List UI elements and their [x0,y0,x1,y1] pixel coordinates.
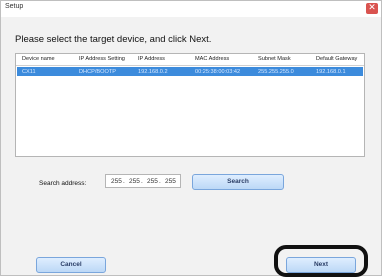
window-title: Setup [5,3,24,10]
cell-subnet-mask: 255.255.255.0 [258,68,294,75]
close-icon[interactable]: ✕ [366,3,378,14]
octet-1[interactable]: 255 [111,178,122,185]
device-table: Device name IP Address Setting IP Addres… [15,53,365,157]
table-row[interactable]: CX11 DHCP/BOOTP 192.168.0.2 00:25:38:00:… [17,67,363,76]
octet-3[interactable]: 255 [147,178,158,185]
cell-default-gateway: 192.168.0.1 [316,68,346,75]
instruction-text: Please select the target device, and cli… [15,34,212,45]
setup-dialog: Setup ✕ Please select the target device,… [0,0,382,277]
octet-2[interactable]: 255 [129,178,140,185]
column-header-ip-setting[interactable]: IP Address Setting [79,56,125,62]
search-button[interactable]: Search [192,174,284,190]
column-header-device-name[interactable]: Device name [22,56,55,62]
cell-device-name: CX11 [22,68,36,75]
cancel-button[interactable]: Cancel [36,257,106,273]
search-address-label: Search address: [39,180,87,187]
octet-4[interactable]: 255 [165,178,176,185]
next-button-highlight [274,245,368,277]
search-address-input[interactable]: 255 . 255 . 255 . 255 [105,174,181,188]
column-header-subnet-mask[interactable]: Subnet Mask [258,56,291,62]
table-header: Device name IP Address Setting IP Addres… [16,54,364,66]
column-header-ip-address[interactable]: IP Address [138,56,165,62]
column-header-default-gateway[interactable]: Default Gateway [316,56,357,62]
cell-ip-address: 192.168.0.2 [138,68,168,75]
column-header-mac-address[interactable]: MAC Address [195,56,229,62]
titlebar: Setup ✕ [1,1,381,17]
cell-mac-address: 00:25:38:00:03:42 [195,68,241,75]
cell-ip-setting: DHCP/BOOTP [79,68,116,75]
